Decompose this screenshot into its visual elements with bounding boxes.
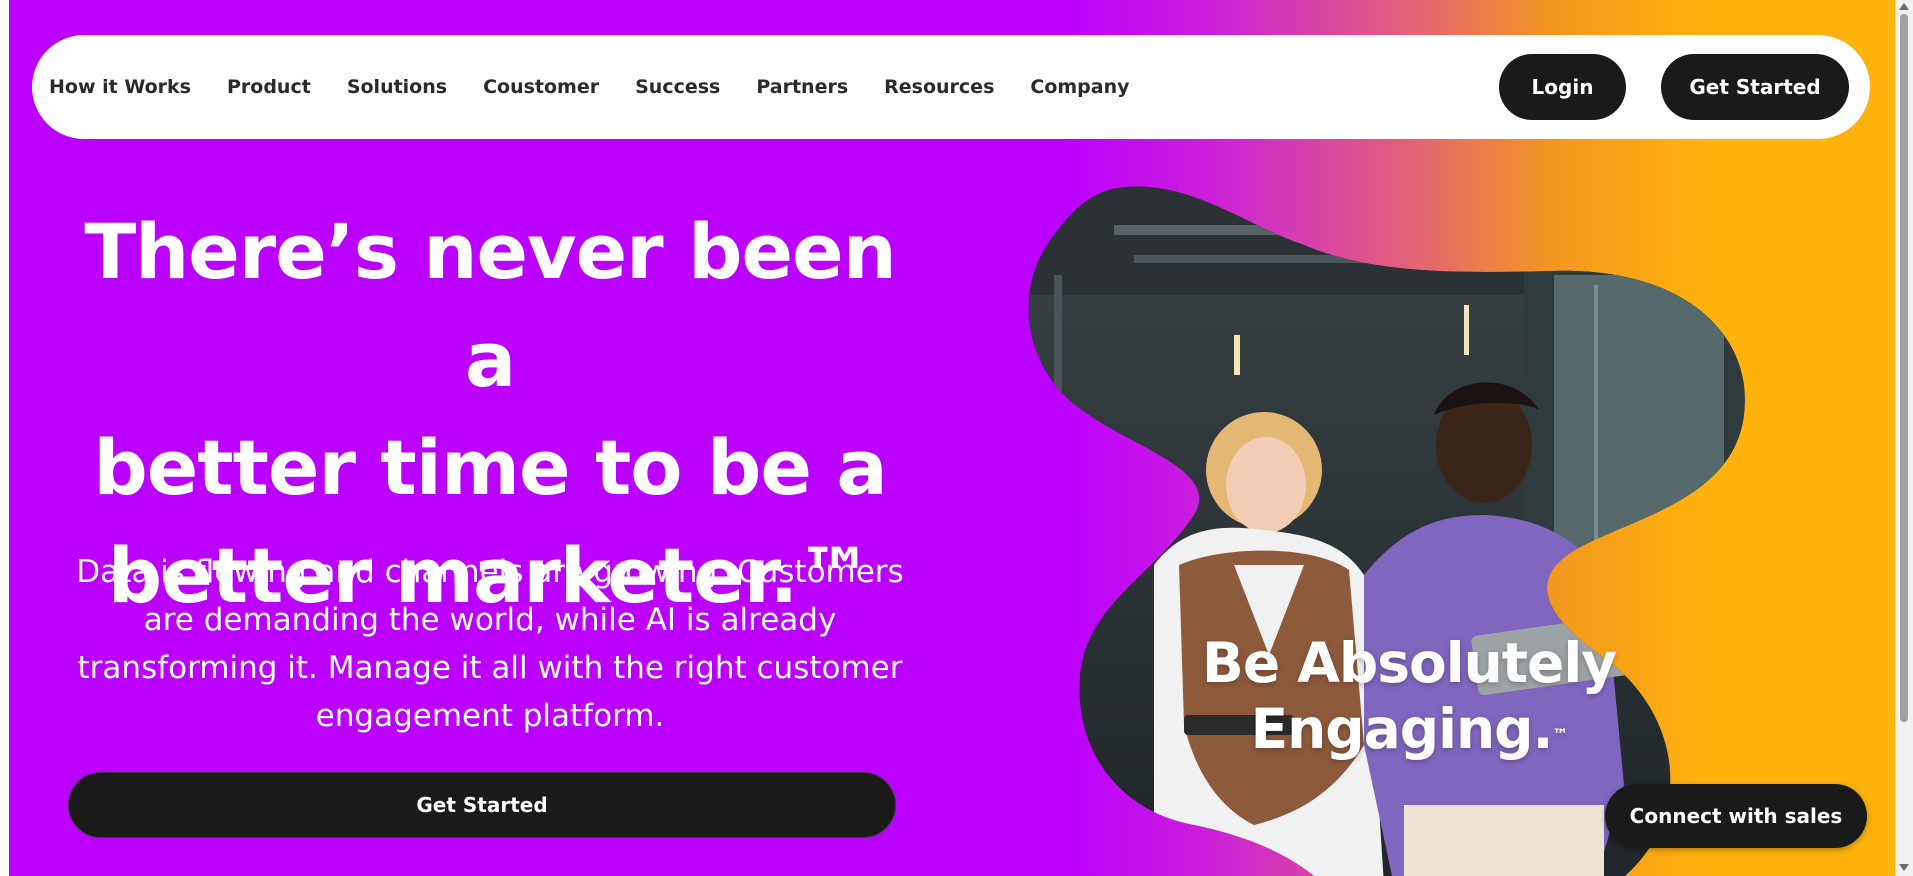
overlay-trademark: ™ xyxy=(1552,725,1568,744)
hero-photo xyxy=(1028,186,1745,876)
nav-link-company[interactable]: Company xyxy=(1012,76,1147,98)
nav-links: How it Works Product Solutions Coustomer… xyxy=(32,35,1148,139)
page-scrollbar[interactable] xyxy=(1895,0,1913,876)
image-overlay-title: Be Absolutely Engaging.™ xyxy=(1179,630,1639,762)
hero-subtext: Data is flowing and channels are growing… xyxy=(76,554,904,734)
nav-link-customer[interactable]: Coustomer xyxy=(465,76,617,98)
overlay-line2: Engaging. xyxy=(1250,697,1554,761)
nav-link-partners[interactable]: Partners xyxy=(738,76,866,98)
overlay-line1: Be Absolutely xyxy=(1201,631,1617,695)
hero-get-started-button[interactable]: Get Started xyxy=(68,772,896,838)
nav-link-success[interactable]: Success xyxy=(617,76,738,98)
scrollbar-thumb[interactable] xyxy=(1900,14,1908,722)
top-navbar: How it Works Product Solutions Coustomer… xyxy=(32,35,1870,139)
scroll-down-arrow-icon[interactable] xyxy=(1899,864,1909,871)
nav-get-started-button[interactable]: Get Started xyxy=(1661,54,1849,120)
login-button[interactable]: Login xyxy=(1499,54,1626,120)
connect-with-sales-button[interactable]: Connect with sales xyxy=(1605,784,1867,848)
hero-headline-line1: There’s never been a xyxy=(84,207,896,404)
nav-link-solutions[interactable]: Solutions xyxy=(329,76,465,98)
nav-link-product[interactable]: Product xyxy=(209,76,329,98)
nav-link-how-it-works[interactable]: How it Works xyxy=(32,76,209,98)
nav-link-resources[interactable]: Resources xyxy=(866,76,1012,98)
hero-headline-line2: better time to be a xyxy=(93,423,887,512)
scroll-up-arrow-icon[interactable] xyxy=(1899,3,1909,10)
page-background: How it Works Product Solutions Coustomer… xyxy=(9,0,1895,876)
